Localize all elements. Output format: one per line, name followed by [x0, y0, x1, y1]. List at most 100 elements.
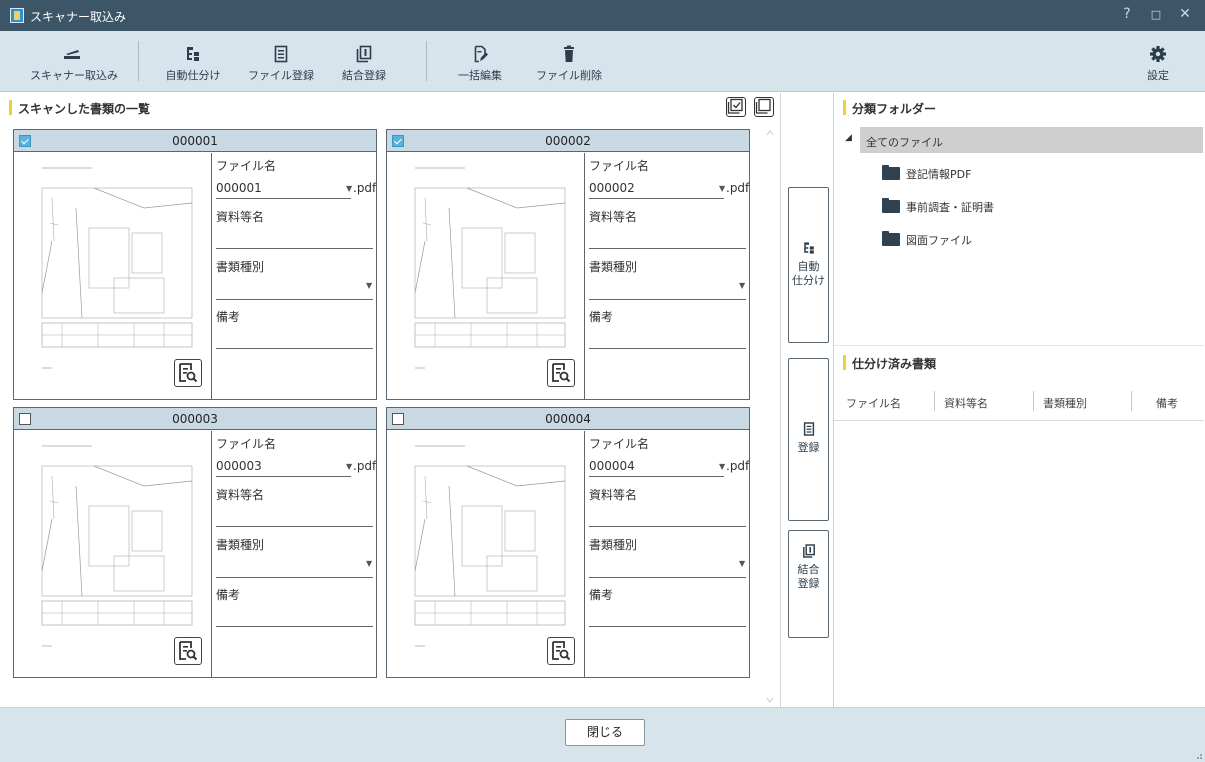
- note-label: 備考: [589, 310, 614, 324]
- card-header: 000004: [387, 408, 749, 430]
- preview-button[interactable]: [174, 359, 202, 387]
- document-card[interactable]: 000004 ファイル名 000004 ▼ .pdf 資料等名 書類種別 ▼ 備考: [386, 407, 750, 678]
- filename-field[interactable]: 000003: [216, 459, 262, 473]
- document-card[interactable]: 000003 ファイル名 000003 ▼ .pdf 資料等名 書類種別 ▼ 備考: [13, 407, 377, 678]
- sorted-docs-header: ファイル名 資料等名 書類種別 備考: [834, 383, 1204, 421]
- document-thumbnail: [387, 431, 585, 677]
- bulk-edit-button[interactable]: 一括編集: [452, 31, 508, 92]
- docname-label: 資料等名: [589, 488, 638, 502]
- docname-field[interactable]: [216, 248, 373, 249]
- maximize-icon[interactable]: □: [1146, 8, 1166, 21]
- docname-field[interactable]: [589, 248, 746, 249]
- tree-root-item[interactable]: 全てのファイル: [860, 127, 1203, 153]
- note-label: 備考: [216, 588, 241, 602]
- doctype-label: 書類種別: [589, 260, 638, 274]
- auto-sort-button[interactable]: 自動仕分け: [160, 31, 226, 92]
- card-number: 000002: [545, 134, 591, 148]
- card-number: 000003: [172, 412, 218, 426]
- docname-field[interactable]: [589, 526, 746, 527]
- merge-doc-icon: [801, 543, 817, 559]
- resize-grip-icon[interactable]: [1194, 751, 1202, 759]
- folder-item[interactable]: 図面ファイル: [882, 229, 1082, 251]
- doctype-dropdown-icon[interactable]: ▼: [739, 559, 745, 568]
- preview-search-icon: [552, 641, 571, 661]
- document-thumbnail: [387, 153, 585, 399]
- filename-label: ファイル名: [216, 159, 277, 173]
- card-fields: ファイル名 000002 ▼ .pdf 資料等名 書類種別 ▼ 備考: [589, 153, 749, 399]
- close-icon[interactable]: ✕: [1175, 6, 1195, 22]
- card-fields: ファイル名 000004 ▼ .pdf 資料等名 書類種別 ▼ 備考: [589, 431, 749, 677]
- doctype-select[interactable]: [216, 577, 373, 578]
- folder-item[interactable]: 事前調査・証明書: [882, 196, 1082, 218]
- doctype-dropdown-icon[interactable]: ▼: [366, 281, 372, 290]
- filename-label: ファイル名: [216, 437, 277, 451]
- filename-field[interactable]: 000002: [589, 181, 635, 195]
- note-field[interactable]: [216, 348, 373, 349]
- note-label: 備考: [589, 588, 614, 602]
- column-filename[interactable]: ファイル名: [846, 395, 901, 411]
- docname-field[interactable]: [216, 526, 373, 527]
- filename-label: ファイル名: [589, 159, 650, 173]
- close-button[interactable]: 閉じる: [565, 719, 645, 746]
- note-field[interactable]: [589, 626, 746, 627]
- column-docname[interactable]: 資料等名: [944, 395, 988, 411]
- tree-sort-icon: [801, 240, 817, 256]
- check-all-icon: [727, 98, 743, 114]
- doctype-select[interactable]: [589, 577, 746, 578]
- merge-doc-icon: [354, 45, 374, 63]
- card-fields: ファイル名 000003 ▼ .pdf 資料等名 書類種別 ▼ 備考: [216, 431, 377, 677]
- classification-panel: 分類フォルダー ◢ 全てのファイル 登記情報PDF 事前調査・証明書 図面ファイ…: [833, 93, 1205, 707]
- column-note[interactable]: 備考: [1156, 395, 1178, 411]
- title-bar: スキャナー取込み ? □ ✕: [0, 0, 1205, 31]
- card-header: 000003: [14, 408, 376, 430]
- panel-divider: [834, 345, 1204, 346]
- toolbar-divider: [426, 41, 427, 81]
- note-field[interactable]: [216, 626, 373, 627]
- deselect-all-button[interactable]: [754, 97, 774, 117]
- document-list-icon: [271, 45, 291, 63]
- filename-dropdown-icon[interactable]: ▼: [719, 462, 725, 471]
- doctype-select[interactable]: [589, 299, 746, 300]
- document-thumbnail: [14, 431, 212, 677]
- extension-label: .pdf: [353, 459, 377, 473]
- merge-register-side-button[interactable]: 結合 登録: [788, 530, 829, 638]
- file-register-button[interactable]: ファイル登録: [248, 31, 314, 92]
- folder-icon: [882, 231, 900, 246]
- filename-field[interactable]: 000001: [216, 181, 262, 195]
- docname-label: 資料等名: [216, 488, 265, 502]
- sorted-docs-title: 仕分け済み書類: [842, 355, 937, 371]
- doctype-dropdown-icon[interactable]: ▼: [366, 559, 372, 568]
- document-thumbnail: [14, 153, 212, 399]
- preview-button[interactable]: [547, 637, 575, 665]
- list-scrollbar[interactable]: [764, 126, 776, 708]
- preview-button[interactable]: [547, 359, 575, 387]
- settings-button[interactable]: 設定: [1140, 31, 1176, 92]
- filename-dropdown-icon[interactable]: ▼: [346, 184, 352, 193]
- folder-item[interactable]: 登記情報PDF: [882, 163, 1082, 185]
- doctype-select[interactable]: [216, 299, 373, 300]
- action-strip: 自動 仕分け 登録 結合 登録: [780, 93, 833, 707]
- card-number: 000004: [545, 412, 591, 426]
- help-icon[interactable]: ?: [1117, 6, 1137, 22]
- filename-dropdown-icon[interactable]: ▼: [719, 184, 725, 193]
- note-field[interactable]: [589, 348, 746, 349]
- scan-button[interactable]: スキャナー取込み: [30, 31, 118, 92]
- scanner-icon: [62, 45, 82, 63]
- doctype-dropdown-icon[interactable]: ▼: [739, 281, 745, 290]
- document-card[interactable]: 000002 ファイル名 000002 ▼ .pdf 資料等名 書類種別 ▼ 備考: [386, 129, 750, 400]
- filename-field[interactable]: 000004: [589, 459, 635, 473]
- file-delete-button[interactable]: ファイル削除: [536, 31, 602, 92]
- card-header: 000002: [387, 130, 749, 152]
- collapse-icon[interactable]: ◢: [845, 133, 852, 143]
- column-type[interactable]: 書類種別: [1043, 395, 1087, 411]
- register-side-button[interactable]: 登録: [788, 358, 829, 521]
- document-card[interactable]: 000001 ファイル名 000001 ▼ .pdf 資料等名 書類種別 ▼ 備考: [13, 129, 377, 400]
- card-fields: ファイル名 000001 ▼ .pdf 資料等名 書類種別 ▼ 備考: [216, 153, 376, 399]
- merge-register-button[interactable]: 結合登録: [336, 31, 392, 92]
- select-all-button[interactable]: [726, 97, 746, 117]
- filename-label: ファイル名: [589, 437, 650, 451]
- auto-sort-side-button[interactable]: 自動 仕分け: [788, 187, 829, 343]
- trash-icon: [559, 45, 579, 63]
- preview-button[interactable]: [174, 637, 202, 665]
- filename-dropdown-icon[interactable]: ▼: [346, 462, 352, 471]
